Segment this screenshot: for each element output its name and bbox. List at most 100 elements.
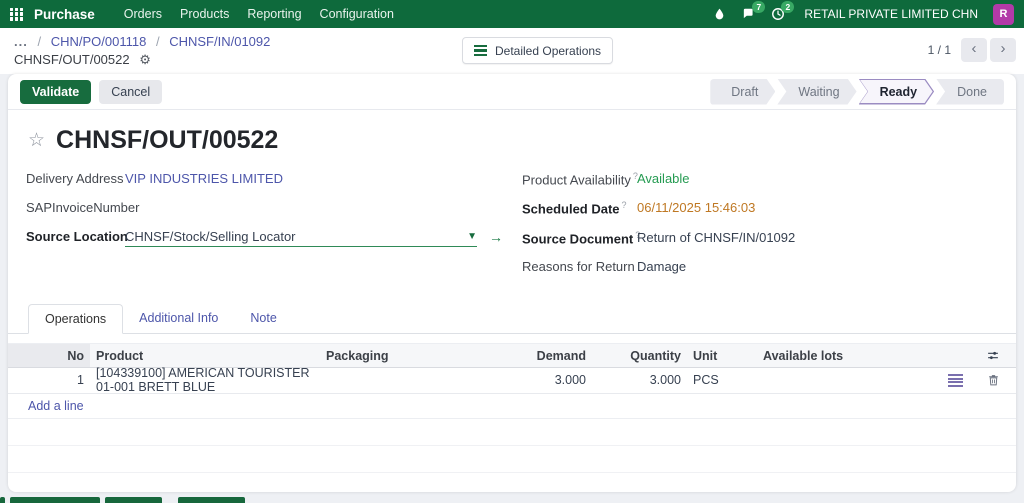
pager-previous-icon[interactable]: ‹	[961, 38, 987, 62]
breadcrumb-separator: /	[37, 34, 42, 49]
chevron-down-icon[interactable]: ▼	[467, 231, 477, 242]
app-name[interactable]: Purchase	[34, 7, 95, 22]
add-line-row: Add a line	[8, 394, 1016, 419]
scheduled-date-label: Scheduled Date?	[522, 200, 627, 217]
cell-product[interactable]: [104339100] AMERICAN TOURISTER 01-001 BR…	[90, 366, 326, 394]
field-group-left: Delivery Address VIP INDUSTRIES LIMITED …	[26, 171, 522, 288]
activities-clock-icon[interactable]: 2	[771, 1, 795, 21]
menu-configuration[interactable]: Configuration	[311, 7, 403, 21]
breadcrumb-link-po[interactable]: CHN/PO/001118	[51, 34, 147, 49]
bottom-cutoff-button[interactable]	[105, 497, 162, 503]
tab-operations[interactable]: Operations	[28, 303, 124, 334]
header-unit[interactable]: Unit	[681, 344, 751, 367]
cell-no: 1	[77, 373, 84, 388]
validate-button[interactable]: Validate	[20, 79, 92, 104]
statusbar: Draft Waiting Ready Done	[708, 78, 1004, 105]
cell-quantity[interactable]: 3.000	[586, 373, 681, 387]
help-icon: ?	[621, 200, 627, 211]
header-quantity[interactable]: Quantity	[586, 344, 681, 367]
cancel-button[interactable]: Cancel	[99, 79, 163, 104]
operations-table: No Product Packaging Demand Quantity Uni…	[8, 342, 1016, 492]
breadcrumb-line-2: CHNSF/OUT/00522 ⚙	[14, 51, 270, 69]
bottom-cutoff-button[interactable]	[178, 497, 245, 503]
notebook-tabs: Operations Additional Info Note	[8, 303, 1016, 334]
source-location-label: Source Location	[26, 229, 128, 244]
field-reasons-for-return: Reasons for Return Damage	[522, 259, 795, 275]
source-location-input[interactable]: CHNSF/Stock/Selling Locator ▼	[125, 229, 477, 247]
cell-demand[interactable]: 3.000	[476, 373, 586, 387]
breadcrumb: ... / CHN/PO/001118 / CHNSF/IN/01092 CHN…	[14, 33, 270, 69]
form-actions-row: Validate Cancel Draft Waiting Ready Done	[8, 74, 1016, 110]
delete-row-trash-icon[interactable]	[987, 373, 1000, 387]
status-step-draft[interactable]: Draft	[710, 79, 775, 105]
field-sap-invoice-number: SAPInvoiceNumber	[26, 200, 522, 216]
breadcrumb-link-in[interactable]: CHNSF/IN/01092	[169, 34, 270, 49]
status-step-waiting[interactable]: Waiting	[777, 79, 856, 105]
source-document-label: Source Document?	[522, 229, 641, 246]
tab-note[interactable]: Note	[234, 304, 292, 333]
field-source-document: Source Document? Return of CHNSF/IN/0109…	[522, 230, 795, 246]
delivery-address-value[interactable]: VIP INDUSTRIES LIMITED	[125, 171, 283, 186]
breadcrumb-line-1: ... / CHN/PO/001118 / CHNSF/IN/01092	[14, 33, 270, 51]
status-step-done[interactable]: Done	[936, 78, 1004, 105]
menu-reporting[interactable]: Reporting	[238, 7, 310, 21]
reasons-value[interactable]: Damage	[637, 259, 686, 274]
row-actions	[916, 373, 1016, 387]
top-navbar: Purchase Orders Products Reporting Confi…	[0, 0, 1024, 28]
add-a-line-link[interactable]: Add a line	[28, 399, 84, 413]
detailed-operations-list-icon[interactable]	[948, 374, 963, 387]
breadcrumb-current: CHNSF/OUT/00522	[14, 52, 130, 67]
user-avatar[interactable]: R	[993, 3, 1014, 25]
product-availability-label: Product Availability?	[522, 171, 638, 188]
reasons-label: Reasons for Return	[522, 258, 635, 274]
table-header-row: No Product Packaging Demand Quantity Uni…	[8, 342, 1016, 368]
pager-count: 1 / 1	[927, 43, 951, 57]
delivery-address-label: Delivery Address	[26, 171, 124, 186]
form-sheet: ☆ CHNSF/OUT/00522 Delivery Address VIP I…	[8, 110, 1016, 288]
detailed-operations-icon	[474, 44, 487, 57]
messages-icon[interactable]: 7	[741, 1, 766, 21]
field-group-right: Product Availability? Available Schedule…	[522, 171, 795, 288]
title-row: ☆ CHNSF/OUT/00522	[28, 126, 998, 155]
form-card: Validate Cancel Draft Waiting Ready Done…	[8, 74, 1016, 492]
header-actions	[916, 344, 1016, 367]
empty-row	[8, 473, 1016, 492]
header-available-lots[interactable]: Available lots	[751, 344, 916, 367]
detailed-operations-label: Detailed Operations	[495, 43, 602, 58]
field-product-availability: Product Availability? Available	[522, 171, 795, 187]
bottom-cutoff-button[interactable]	[0, 497, 5, 503]
favorite-star-icon[interactable]: ☆	[28, 131, 45, 150]
optional-columns-icon[interactable]	[986, 349, 1000, 362]
tab-additional-info[interactable]: Additional Info	[123, 304, 234, 333]
empty-row	[8, 446, 1016, 473]
bottom-cutoff-button[interactable]	[10, 497, 100, 503]
breadcrumb-separator: /	[155, 34, 160, 49]
scheduled-date-value[interactable]: 06/11/2025 15:46:03	[637, 200, 755, 215]
gear-icon[interactable]: ⚙	[139, 52, 151, 67]
record-title: CHNSF/OUT/00522	[56, 126, 279, 154]
menu-products[interactable]: Products	[171, 7, 238, 21]
breadcrumb-ellipsis[interactable]: ...	[14, 34, 28, 49]
header-product[interactable]: Product	[90, 344, 326, 367]
droplet-icon[interactable]	[713, 7, 726, 21]
company-name[interactable]: RETAIL PRIVATE LIMITED CHN	[804, 7, 978, 21]
apps-grid-icon[interactable]	[10, 7, 23, 21]
pager: 1 / 1 ‹ ›	[928, 38, 1016, 62]
header-packaging[interactable]: Packaging	[326, 344, 476, 367]
source-document-value[interactable]: Return of CHNSF/IN/01092	[637, 230, 795, 245]
field-delivery-address: Delivery Address VIP INDUSTRIES LIMITED	[26, 171, 522, 187]
table-row[interactable]: 1 [104339100] AMERICAN TOURISTER 01-001 …	[8, 366, 1016, 394]
internal-link-arrow-icon[interactable]: →	[489, 229, 503, 245]
detailed-operations-button[interactable]: Detailed Operations	[462, 37, 614, 64]
header-no[interactable]: No	[34, 343, 90, 367]
menu-orders[interactable]: Orders	[115, 7, 171, 21]
source-location-value: CHNSF/Stock/Selling Locator	[125, 229, 296, 244]
empty-row	[8, 419, 1016, 446]
messages-badge: 7	[752, 1, 766, 13]
header-demand[interactable]: Demand	[476, 344, 586, 367]
status-step-ready[interactable]: Ready	[859, 79, 935, 105]
product-availability-value: Available	[637, 171, 690, 186]
pager-next-icon[interactable]: ›	[990, 38, 1016, 62]
field-scheduled-date: Scheduled Date? 06/11/2025 15:46:03	[522, 200, 795, 216]
field-groups: Delivery Address VIP INDUSTRIES LIMITED …	[26, 171, 998, 288]
